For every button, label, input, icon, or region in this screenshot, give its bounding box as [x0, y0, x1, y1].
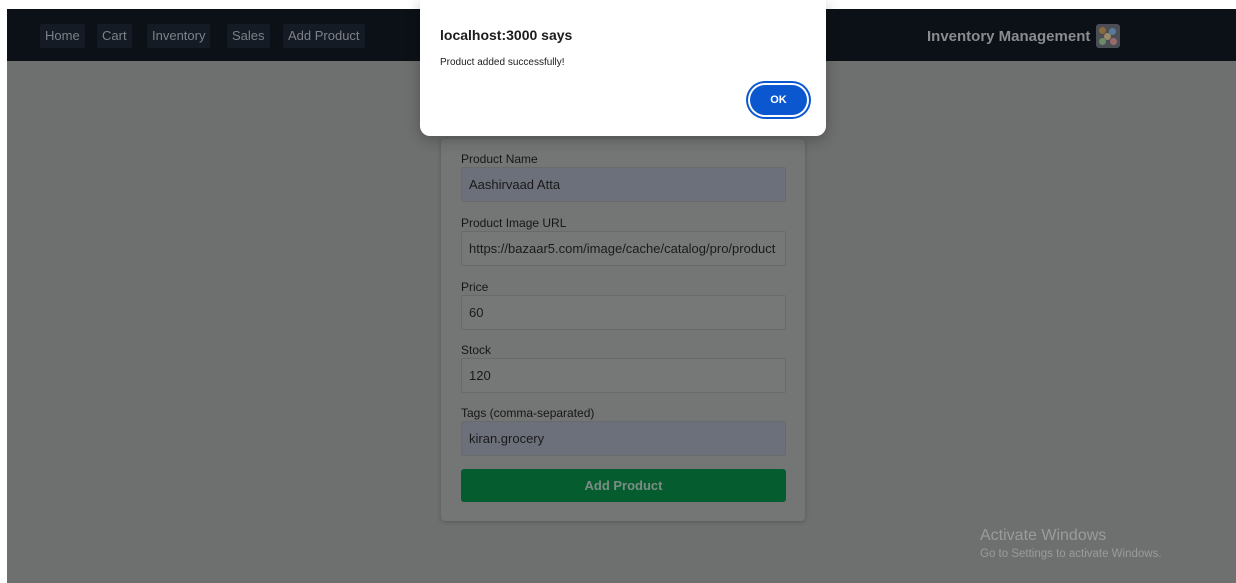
- watermark-subtitle: Go to Settings to activate Windows.: [980, 548, 1162, 560]
- nav-link-sales[interactable]: Sales: [227, 24, 270, 48]
- price-label: Price: [461, 280, 489, 294]
- nav-link-home[interactable]: Home: [40, 24, 85, 48]
- stock-input[interactable]: [461, 358, 786, 393]
- tags-input[interactable]: [461, 421, 786, 456]
- nav-link-cart[interactable]: Cart: [97, 24, 132, 48]
- price-input[interactable]: [461, 295, 786, 330]
- ok-button[interactable]: OK: [750, 85, 807, 115]
- watermark-title: Activate Windows: [980, 527, 1107, 544]
- product-name-input[interactable]: [461, 167, 786, 202]
- alert-dialog: localhost:3000 says Product added succes…: [420, 0, 826, 136]
- product-image-url-input[interactable]: [461, 231, 786, 266]
- dialog-message: Product added successfully!: [440, 57, 565, 68]
- stock-label: Stock: [461, 343, 492, 357]
- inventory-logo-icon: [1096, 24, 1121, 48]
- nav-link-add-product[interactable]: Add Product: [283, 24, 365, 48]
- tags-label: Tags (comma-separated): [461, 406, 595, 420]
- brand: Inventory Management: [927, 23, 1121, 49]
- product-name-label: Product Name: [461, 152, 538, 166]
- add-product-form: Product Name Product Image URL Price Sto…: [441, 139, 805, 521]
- nav-link-inventory[interactable]: Inventory: [147, 24, 211, 48]
- activate-windows-watermark: Activate Windows Go to Settings to activ…: [980, 527, 1162, 560]
- add-product-button[interactable]: Add Product: [461, 469, 786, 502]
- dialog-title: localhost:3000 says: [440, 27, 573, 43]
- brand-title: Inventory Management: [927, 27, 1091, 45]
- product-image-url-label: Product Image URL: [461, 216, 567, 230]
